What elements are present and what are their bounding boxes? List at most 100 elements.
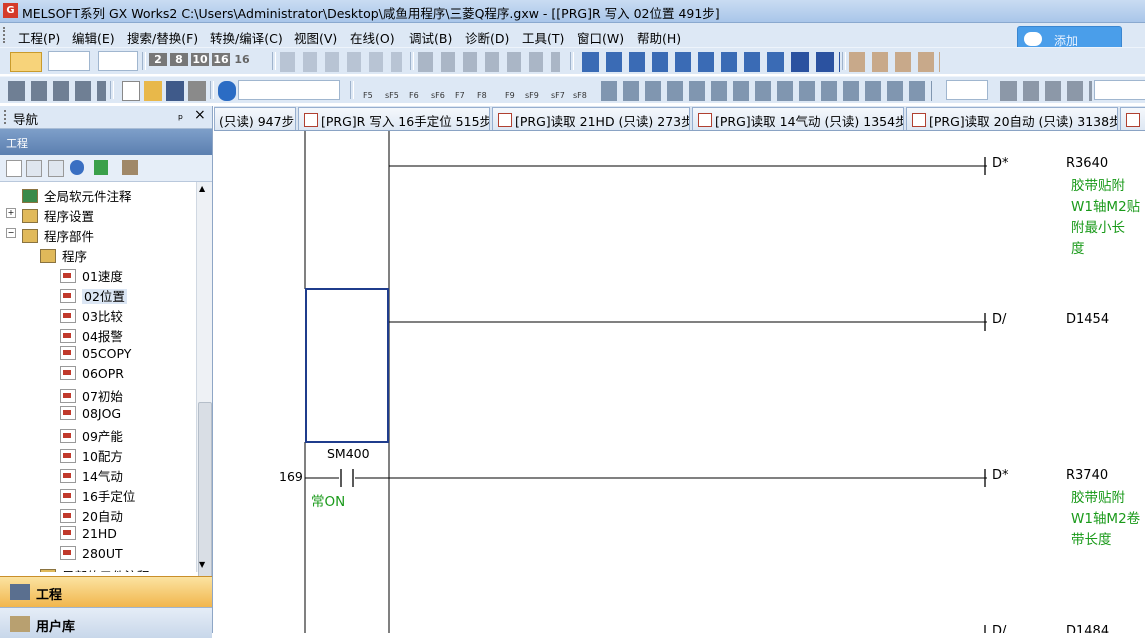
tree-node[interactable]: 04报警 (60, 326, 123, 346)
ladder-element-buttons[interactable] (8, 81, 106, 101)
menu-edit[interactable]: 编辑(E) (72, 28, 115, 47)
paste-icon[interactable] (48, 160, 64, 177)
tree-node[interactable]: 14气动 (60, 466, 123, 486)
online-tool-buttons[interactable] (582, 52, 784, 72)
expand-icon[interactable]: + (6, 208, 16, 218)
open-folder-icon[interactable] (144, 81, 162, 101)
project-tool-button[interactable] (10, 52, 42, 72)
collapse-icon[interactable]: − (6, 228, 16, 238)
menu-tools[interactable]: 工具(T) (522, 28, 564, 47)
option-icon[interactable] (122, 160, 138, 175)
tree-node[interactable]: 280UT (60, 546, 123, 566)
menu-window[interactable]: 窗口(W) (577, 28, 624, 47)
tab-doc-5[interactable]: [PRG]读取 20自动 (只读) 3138步 (906, 107, 1118, 130)
menu-view[interactable]: 视图(V) (294, 28, 337, 47)
tree-node[interactable]: 09产能 (60, 426, 123, 446)
key-2[interactable]: 2 (149, 53, 167, 66)
menu-diagnostics[interactable]: 诊断(D) (465, 28, 509, 47)
tree-node[interactable]: 局部软元件注释 (40, 566, 150, 572)
fkey-f5[interactable]: F5 (363, 91, 373, 100)
pin-icon[interactable]: ₚ (178, 108, 183, 122)
tree-node[interactable]: 07初始 (60, 386, 123, 406)
cursor-box[interactable] (305, 288, 389, 443)
fkey-sf7[interactable]: sF7 (551, 91, 565, 100)
tab-doc-1[interactable]: (只读) 947步 (214, 107, 296, 130)
menu-search-replace[interactable]: 搜索/替换(F) (127, 28, 198, 47)
new-data-icon[interactable] (6, 160, 22, 177)
instruction-operand-2[interactable]: D1454 (1066, 312, 1109, 327)
ladder-fkey-buttons[interactable]: F5 sF5 F6 sF6 F7 F8 F9 sF9 sF7 sF8 (356, 81, 598, 101)
menu-convert-compile[interactable]: 转换/编译(C) (210, 28, 283, 47)
menu-online[interactable]: 在线(O) (350, 28, 395, 47)
toolbar-combo-4[interactable] (946, 80, 988, 100)
extra-tool-buttons[interactable] (1000, 81, 1092, 101)
tab-doc-4[interactable]: [PRG]读取 14气动 (只读) 1354步 (692, 107, 904, 130)
refresh-icon[interactable] (94, 160, 108, 175)
nav-bottom-library[interactable]: 用户库 (0, 607, 212, 638)
menu-project[interactable]: 工程(P) (18, 28, 60, 47)
key-16[interactable]: 16 (212, 53, 230, 66)
tree-node[interactable]: 10配方 (60, 446, 123, 466)
tab-doc-3[interactable]: [PRG]读取 21HD (只读) 273步 (492, 107, 690, 130)
key-8[interactable]: 8 (170, 53, 188, 66)
close-icon[interactable]: × (194, 107, 206, 123)
tree-node[interactable]: 06OPR (60, 366, 124, 386)
fkey-sf5[interactable]: sF5 (385, 91, 399, 100)
fkey-f7[interactable]: F7 (455, 91, 465, 100)
toolbar-combo-1[interactable] (48, 51, 90, 71)
help-icon[interactable] (218, 81, 236, 101)
tree-scrollbar[interactable]: ▲ ▼ (196, 182, 212, 624)
tree-node[interactable]: 全局软元件注释 (22, 186, 132, 206)
ladder-tool-buttons[interactable] (600, 81, 932, 101)
tree-node[interactable]: 05COPY (60, 346, 131, 366)
tree-node[interactable]: 21HD (60, 526, 117, 546)
scroll-down-icon[interactable]: ▼ (199, 560, 205, 569)
copy-icon[interactable] (26, 160, 42, 177)
nav-bottom-project[interactable]: 工程 (0, 576, 212, 607)
instruction-operand-3[interactable]: R3740 (1066, 468, 1108, 483)
tree-node[interactable]: 08JOG (60, 406, 121, 426)
tree-node[interactable]: 20自动 (60, 506, 123, 526)
fkey-sf8[interactable]: sF8 (573, 91, 587, 100)
debug-tool-buttons[interactable] (418, 52, 560, 72)
tree-node[interactable]: 程序部件 (22, 226, 94, 246)
fkey-f8[interactable]: F8 (477, 91, 487, 100)
fkey-f6[interactable]: F6 (409, 91, 419, 100)
instruction-op-1[interactable]: D* (992, 156, 1009, 171)
scroll-up-icon[interactable]: ▲ (199, 184, 205, 193)
fkey-sf9[interactable]: sF9 (525, 91, 539, 100)
instruction-operand-4[interactable]: D1484 (1066, 624, 1109, 633)
edit-tool-buttons[interactable] (280, 52, 402, 72)
menu-debug[interactable]: 调试(B) (409, 28, 452, 47)
tree-node-label: 21HD (82, 526, 117, 541)
instruction-op-2[interactable]: D/ (992, 312, 1006, 327)
tree-node[interactable]: 程序设置 (22, 206, 94, 226)
new-file-icon[interactable] (122, 81, 140, 101)
tree-node[interactable]: 程序 (40, 246, 87, 266)
tree-node[interactable]: 02位置 (60, 286, 127, 306)
tree-node[interactable]: 03比较 (60, 306, 123, 326)
tree-node[interactable]: 01速度 (60, 266, 123, 286)
property-icon[interactable] (70, 160, 84, 175)
menu-help[interactable]: 帮助(H) (637, 28, 681, 47)
fkey-sf6[interactable]: sF6 (431, 91, 445, 100)
tab-doc-6[interactable] (1120, 107, 1145, 130)
tree-node[interactable]: 16手定位 (60, 486, 135, 506)
key-10[interactable]: 10 (191, 53, 209, 66)
print-icon[interactable] (188, 81, 206, 101)
dev-buttons[interactable] (790, 52, 840, 72)
instruction-op-3[interactable]: D* (992, 468, 1009, 483)
instruction-operand-1[interactable]: R3640 (1066, 156, 1108, 171)
contact-device[interactable]: SM400 (327, 446, 370, 461)
toolbar-combo-3[interactable] (238, 80, 340, 100)
misc-tool-buttons[interactable] (848, 52, 940, 72)
key-16b[interactable]: 16 (233, 53, 251, 66)
tab-doc-2[interactable]: [PRG]R 写入 16手定位 515步 (298, 107, 490, 130)
fkey-f9[interactable]: F9 (505, 91, 515, 100)
toolbar-combo-2[interactable] (98, 51, 138, 71)
ladder-editor[interactable]: D* R3640 胶带贴附 W1轴M2贴 附最小长 度 D/ D1454 169… (217, 131, 1145, 633)
number-base-buttons[interactable]: 2 8 10 16 16 (148, 52, 262, 72)
toolbar-combo-5[interactable] (1094, 80, 1145, 100)
save-icon[interactable] (166, 81, 184, 101)
instruction-op-4[interactable]: D/ (992, 624, 1006, 633)
